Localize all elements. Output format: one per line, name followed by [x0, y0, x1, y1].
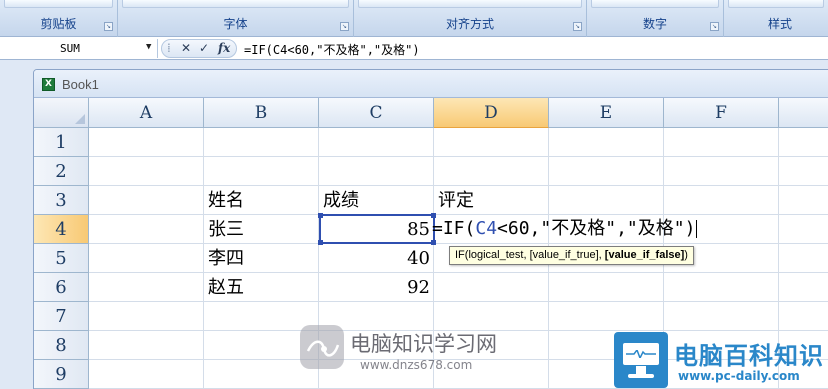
name-box-value: SUM [60, 42, 80, 55]
row-header-6[interactable]: 6 [34, 273, 89, 302]
excel-icon: X [42, 78, 55, 91]
insert-function-icon[interactable]: fx [218, 41, 230, 55]
formula-bar: SUM ▼ ⁞ ✕ ✓ fx =IF(C4<60,"不及格","及格") [0, 37, 828, 60]
column-header-f[interactable]: F [664, 98, 779, 128]
ribbon-button[interactable] [358, 0, 582, 8]
workspace-background [0, 61, 828, 69]
row-header-9[interactable]: 9 [34, 360, 89, 389]
column-header-g[interactable] [779, 98, 828, 128]
cell-b5[interactable]: 李四 [208, 244, 244, 273]
column-header-e[interactable]: E [549, 98, 664, 128]
cell-b4[interactable]: 张三 [208, 215, 244, 244]
text-caret [696, 220, 698, 238]
ribbon-group-label: 字体 [223, 17, 248, 31]
ribbon-group-alignment: 对齐方式 ↘ [354, 0, 587, 37]
watermark-dnzs: 电脑知识学习网 www.dnzs678.com [300, 322, 520, 382]
row-header-7[interactable]: 7 [34, 302, 89, 331]
edit-reference: C4 [475, 218, 498, 239]
ribbon-group-number: 数字 ↘ [587, 0, 724, 37]
cancel-icon[interactable]: ✕ [181, 41, 191, 55]
cell-c5[interactable]: 40 [319, 244, 434, 273]
ribbon-button[interactable] [4, 0, 113, 8]
tooltip-args[interactable]: IF(logical_test, [value_if_true], [455, 249, 605, 261]
monitor-icon [614, 332, 668, 388]
resize-handle[interactable] [318, 213, 323, 218]
cell-d4-editor[interactable]: =IF(C4<60,"不及格","及格") [432, 215, 698, 243]
edit-suffix: <60,"不及格","及格") [497, 218, 696, 239]
cell-d3[interactable]: 评定 [438, 186, 474, 215]
window-title: Book1 [62, 77, 99, 92]
ribbon-group-label: 剪贴板 [40, 17, 77, 31]
chevron-down-icon[interactable]: ▼ [146, 42, 151, 52]
ribbon-button[interactable] [591, 0, 719, 8]
ribbon-button[interactable] [728, 0, 824, 8]
select-all-button[interactable] [34, 98, 89, 128]
row-header-2[interactable]: 2 [34, 157, 89, 186]
ribbon-button[interactable] [122, 0, 349, 8]
watermark-text: 电脑百科知识 [674, 342, 824, 370]
ribbon-group-clipboard: 剪贴板 ↘ [0, 0, 118, 37]
enter-icon[interactable]: ✓ [199, 41, 209, 55]
watermark-text: 电脑知识学习网 [350, 332, 497, 356]
column-header-c[interactable]: C [319, 98, 434, 128]
row-header-4[interactable]: 4 [34, 215, 89, 244]
dialog-launcher-icon[interactable]: ↘ [104, 22, 113, 31]
window-titlebar[interactable]: X Book1 [34, 70, 828, 98]
ribbon: 剪贴板 ↘ 字体 ↘ 对齐方式 ↘ 数字 ↘ 样式 [0, 0, 828, 37]
formula-input[interactable]: =IF(C4<60,"不及格","及格") [244, 41, 420, 58]
cell-c3[interactable]: 成绩 [323, 186, 359, 215]
column-header-d[interactable]: D [434, 98, 549, 128]
tooltip-end: ) [684, 249, 688, 261]
name-box[interactable]: SUM ▼ [0, 39, 158, 58]
grip-icon: ⁞ [167, 41, 171, 55]
referenced-cell-highlight [318, 213, 436, 245]
watermark-pc-daily: 电脑百科知识 www.pc-daily.com [614, 332, 828, 389]
column-header-b[interactable]: B [204, 98, 319, 128]
watermark-logo-icon [300, 325, 344, 369]
ribbon-group-label: 样式 [768, 17, 793, 31]
dialog-launcher-icon[interactable]: ↘ [573, 22, 582, 31]
cell-b3[interactable]: 姓名 [208, 186, 244, 215]
edit-prefix: =IF( [432, 218, 476, 239]
function-tooltip: IF(logical_test, [value_if_true], [value… [449, 246, 694, 265]
cell-c6[interactable]: 92 [319, 273, 434, 302]
watermark-url: www.pc-daily.com [678, 369, 800, 383]
row-header-1[interactable]: 1 [34, 128, 89, 157]
row-header-5[interactable]: 5 [34, 244, 89, 273]
column-header-a[interactable]: A [89, 98, 204, 128]
formula-buttons: ⁞ ✕ ✓ fx [161, 39, 237, 58]
ribbon-group-font: 字体 ↘ [118, 0, 354, 37]
resize-handle[interactable] [318, 240, 323, 245]
ribbon-group-label: 对齐方式 [445, 17, 494, 31]
dialog-launcher-icon[interactable]: ↘ [340, 22, 349, 31]
row-header-8[interactable]: 8 [34, 331, 89, 360]
watermark-url: www.dnzs678.com [360, 358, 473, 372]
cell-b6[interactable]: 赵五 [208, 273, 244, 302]
tooltip-current-arg[interactable]: [value_if_false] [605, 249, 684, 261]
ribbon-group-label: 数字 [642, 17, 667, 31]
ribbon-group-styles: 样式 [724, 0, 828, 37]
dialog-launcher-icon[interactable]: ↘ [710, 22, 719, 31]
row-header-3[interactable]: 3 [34, 186, 89, 215]
